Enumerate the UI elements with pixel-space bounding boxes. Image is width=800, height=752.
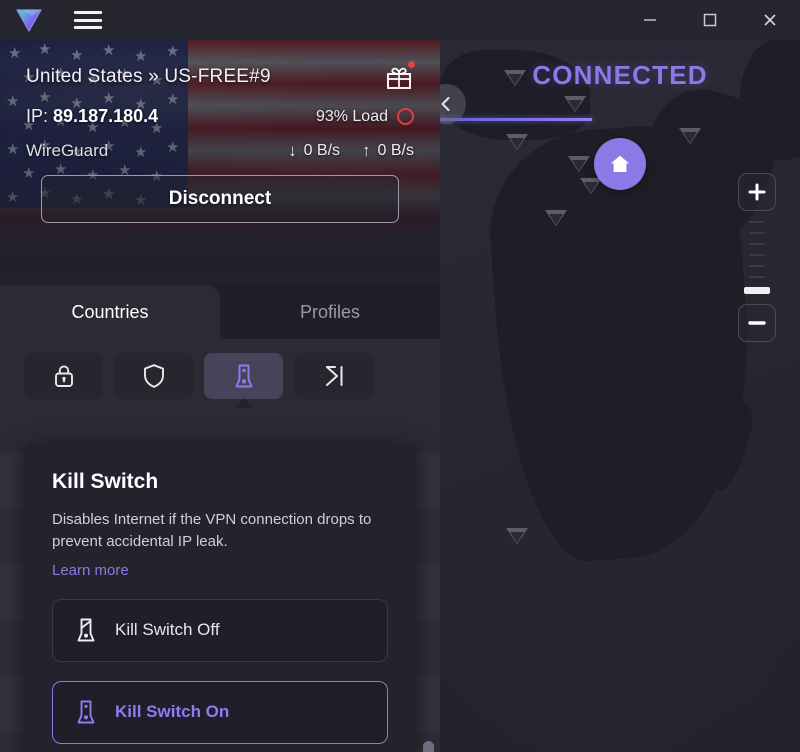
protocol-row: WireGuard ↓ 0 B/s ↑ 0 B/s xyxy=(26,141,414,161)
tab-profiles[interactable]: Profiles xyxy=(220,285,440,339)
protocol-name: WireGuard xyxy=(26,141,109,160)
zoom-tick xyxy=(749,276,765,278)
tab-bar: Countries Profiles xyxy=(0,285,440,339)
map-panel[interactable]: CONNECTED xyxy=(440,40,800,752)
connection-line xyxy=(440,118,592,121)
content-scrollbar[interactable] xyxy=(423,457,434,752)
server-marker[interactable] xyxy=(679,128,701,144)
window-controls xyxy=(620,0,800,40)
split-tunnel-icon-button[interactable] xyxy=(294,353,373,399)
server-marker[interactable] xyxy=(506,528,528,544)
server-marker[interactable] xyxy=(506,134,528,150)
vpn-app-window: ★ ★ ★ ★ ★ ★ ★ ★ ★ ★ ★ ★ ★ ★ ★ ★ ★ xyxy=(0,0,800,752)
kill-switch-off-label: Kill Switch Off xyxy=(115,620,220,639)
maximize-button[interactable] xyxy=(680,0,740,40)
panel-content: Kill Switch Disables Internet if the VPN… xyxy=(0,339,440,752)
vpn-triangle-logo[interactable] xyxy=(14,7,44,33)
kill-switch-description: Disables Internet if the VPN connection … xyxy=(52,511,372,550)
zoom-out-button[interactable] xyxy=(738,304,776,342)
connection-header: ★ ★ ★ ★ ★ ★ ★ ★ ★ ★ ★ ★ ★ ★ ★ ★ ★ xyxy=(0,40,440,285)
kill-switch-off-option[interactable]: Kill Switch Off xyxy=(52,598,388,662)
tab-countries[interactable]: Countries xyxy=(0,285,220,339)
kill-switch-off-icon xyxy=(77,618,95,642)
chevron-left-icon xyxy=(441,97,450,111)
connection-info: United States » US-FREE#9 IP: 89.187.180… xyxy=(0,40,440,161)
zoom-slider[interactable] xyxy=(738,211,776,304)
server-marker[interactable] xyxy=(580,178,602,194)
download-speed-value: 0 B/s xyxy=(303,142,341,159)
kill-switch-title: Kill Switch xyxy=(52,470,159,493)
shield-icon xyxy=(143,364,164,388)
gift-notification-dot xyxy=(408,61,415,68)
server-row: United States » US-FREE#9 xyxy=(26,61,415,92)
kill-switch-on-icon xyxy=(77,700,95,724)
ip-address: IP: 89.187.180.4 xyxy=(26,106,158,127)
ip-value: 89.187.180.4 xyxy=(53,106,159,126)
upload-arrow-icon: ↑ xyxy=(362,141,371,160)
kill-switch-icon xyxy=(235,364,252,388)
scrollbar-thumb[interactable] xyxy=(423,741,434,752)
kill-switch-on-option[interactable]: Kill Switch On xyxy=(52,680,388,744)
kill-switch-panel: Kill Switch Disables Internet if the VPN… xyxy=(24,444,416,752)
zoom-tick xyxy=(749,254,765,256)
learn-more-link[interactable]: Learn more xyxy=(52,562,129,579)
zoom-tick xyxy=(749,232,765,234)
kill-switch-icon-button[interactable] xyxy=(204,353,283,408)
minus-icon xyxy=(748,321,766,325)
plus-icon xyxy=(748,183,766,201)
ip-row: IP: 89.187.180.4 93% Load xyxy=(26,106,414,127)
lock-icon xyxy=(54,365,73,387)
load-ring-icon xyxy=(397,108,414,125)
download-speed: ↓ 0 B/s xyxy=(288,141,340,161)
speed-stats: ↓ 0 B/s ↑ 0 B/s xyxy=(288,141,414,161)
feature-icon-bar xyxy=(0,339,440,408)
server-marker[interactable] xyxy=(568,156,590,172)
server-marker[interactable] xyxy=(564,96,586,112)
left-panel: ★ ★ ★ ★ ★ ★ ★ ★ ★ ★ ★ ★ ★ ★ ★ ★ ★ xyxy=(0,40,440,752)
kill-switch-on-label: Kill Switch On xyxy=(115,702,230,721)
lock-icon-button[interactable] xyxy=(24,353,103,399)
zoom-slider-handle[interactable] xyxy=(744,287,770,294)
gift-icon[interactable] xyxy=(384,61,415,92)
close-button[interactable] xyxy=(740,0,800,40)
zoom-in-button[interactable] xyxy=(738,173,776,211)
server-marker[interactable] xyxy=(545,210,567,226)
map-zoom-controls xyxy=(738,173,776,342)
download-arrow-icon: ↓ xyxy=(288,141,297,160)
connection-status-label: CONNECTED xyxy=(532,60,708,90)
upload-speed: ↑ 0 B/s xyxy=(362,141,414,161)
hamburger-menu-icon[interactable] xyxy=(74,9,102,31)
upload-speed-value: 0 B/s xyxy=(377,142,414,159)
app-body: ★ ★ ★ ★ ★ ★ ★ ★ ★ ★ ★ ★ ★ ★ ★ ★ ★ xyxy=(0,40,800,752)
title-bar xyxy=(0,0,800,40)
home-button[interactable] xyxy=(594,138,646,190)
zoom-tick xyxy=(749,221,765,223)
server-load: 93% Load xyxy=(316,108,414,126)
minimize-button[interactable] xyxy=(620,0,680,40)
home-icon xyxy=(611,155,629,172)
load-text: 93% Load xyxy=(315,107,388,125)
zoom-tick xyxy=(749,265,765,267)
server-name: United States » US-FREE#9 xyxy=(26,66,271,87)
shield-icon-button[interactable] xyxy=(114,353,193,399)
ip-label: IP: xyxy=(26,106,49,126)
split-tunnel-icon xyxy=(325,366,342,386)
disconnect-button[interactable]: Disconnect xyxy=(41,175,399,223)
map-landmass-asia xyxy=(740,40,800,160)
zoom-tick xyxy=(749,243,765,245)
